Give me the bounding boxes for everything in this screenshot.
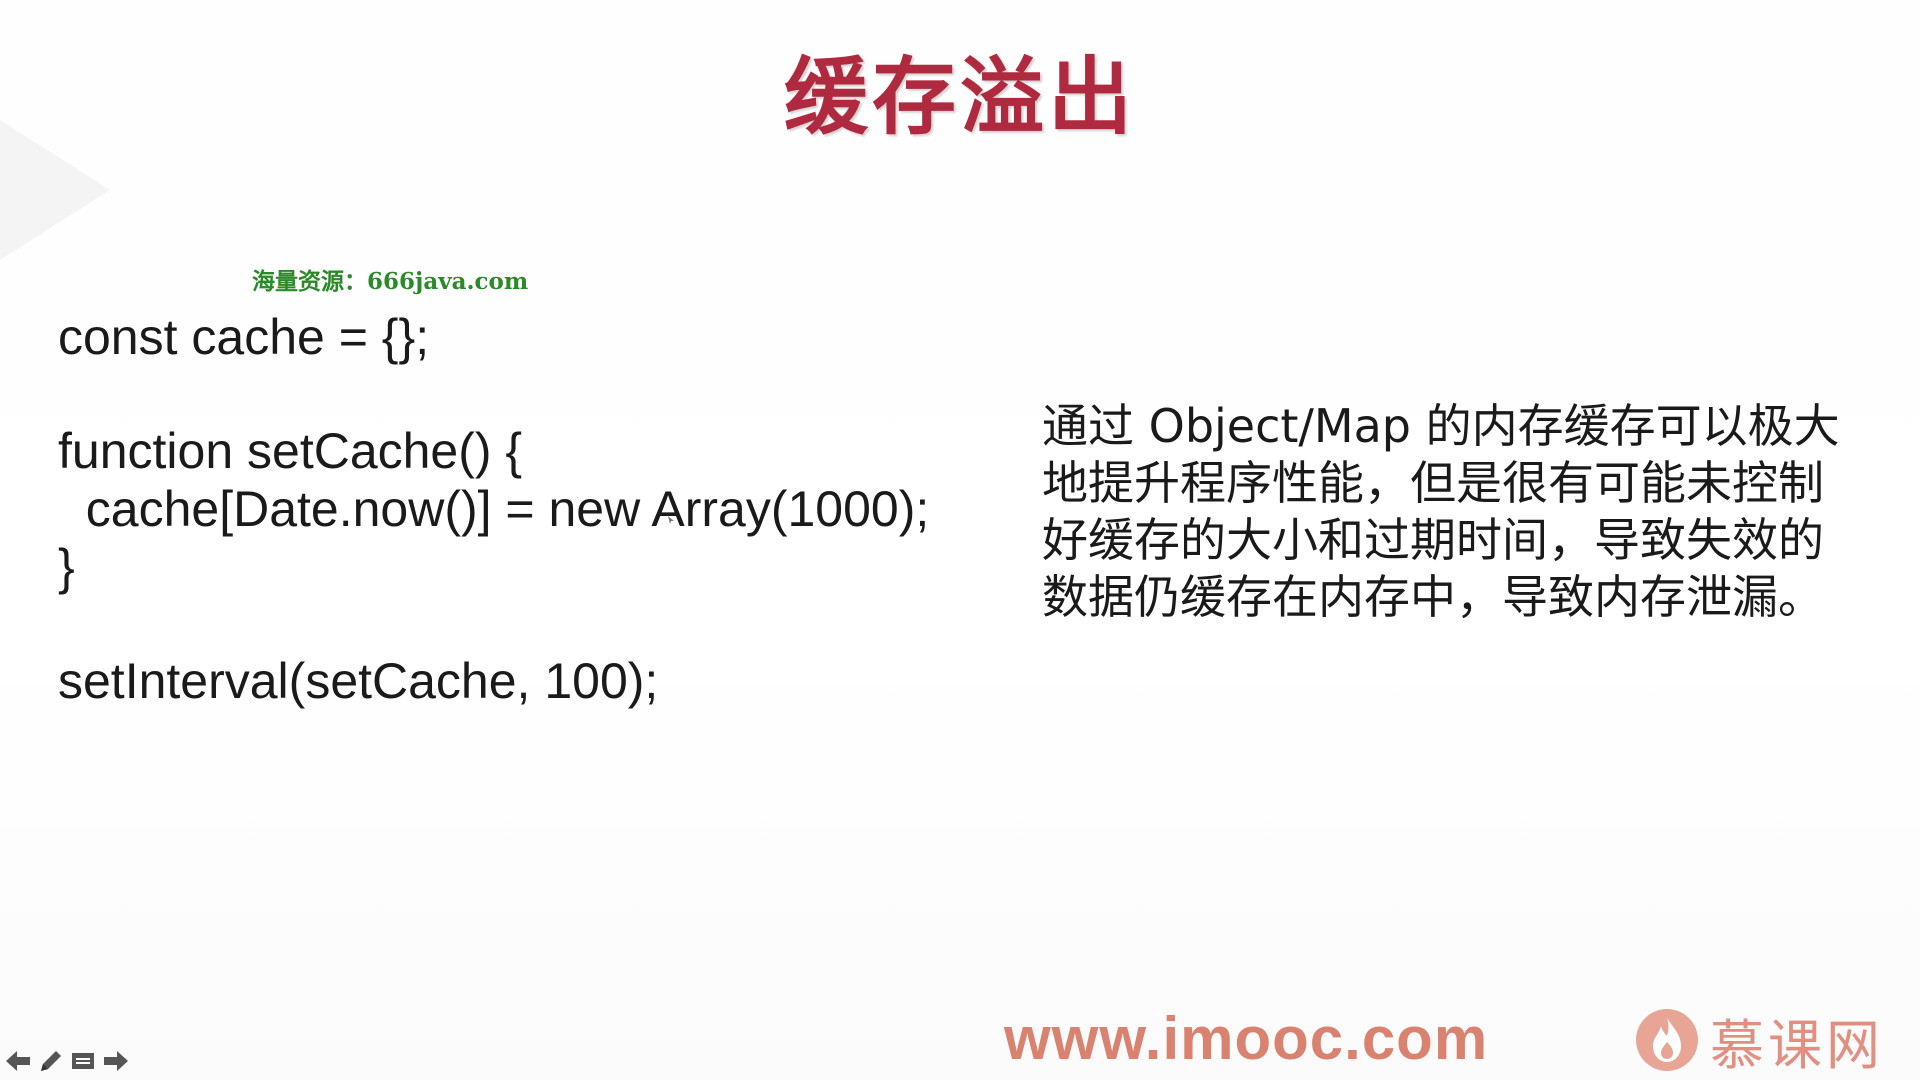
- arrow-right-icon[interactable]: [100, 1046, 130, 1076]
- description-line: 通过 Object/Map 的内存缓存可以极大: [1042, 399, 1840, 453]
- description-text: 通过 Object/Map 的内存缓存可以极大 地提升程序性能，但是很有可能未控…: [1042, 398, 1892, 626]
- code-line: setInterval(setCache, 100);: [58, 653, 659, 709]
- slide-navigation: [4, 1046, 130, 1076]
- description-line: 好缓存的大小和过期时间，导致失效的: [1042, 513, 1824, 567]
- description-line: 地提升程序性能，但是很有可能未控制: [1042, 456, 1824, 510]
- watermark-text: 海量资源：666java.com: [252, 268, 529, 295]
- flame-logo-icon: [1636, 1009, 1698, 1071]
- code-block: const cache = {}; function setCache() { …: [58, 308, 1018, 710]
- mouse-cursor-icon: [668, 516, 674, 524]
- code-line: function setCache() {: [58, 423, 523, 479]
- brand-block: 慕课网: [1636, 1004, 1884, 1077]
- presentation-slide: 缓存溢出 海量资源：666java.com const cache = {}; …: [0, 0, 1920, 1080]
- pen-icon[interactable]: [36, 1046, 66, 1076]
- slide-menu-icon[interactable]: [68, 1046, 98, 1076]
- arrow-left-icon[interactable]: [4, 1046, 34, 1076]
- code-line: const cache = {};: [58, 309, 430, 365]
- description-line: 数据仍缓存在内存中，导致内存泄漏。: [1042, 570, 1824, 624]
- code-line: }: [58, 539, 75, 595]
- brand-name: 慕课网: [1710, 1013, 1884, 1077]
- footer-url: www.imooc.com: [1004, 1005, 1489, 1072]
- slide-title: 缓存溢出: [783, 48, 1136, 146]
- code-line: cache[Date.now()] = new Array(1000);: [58, 481, 930, 537]
